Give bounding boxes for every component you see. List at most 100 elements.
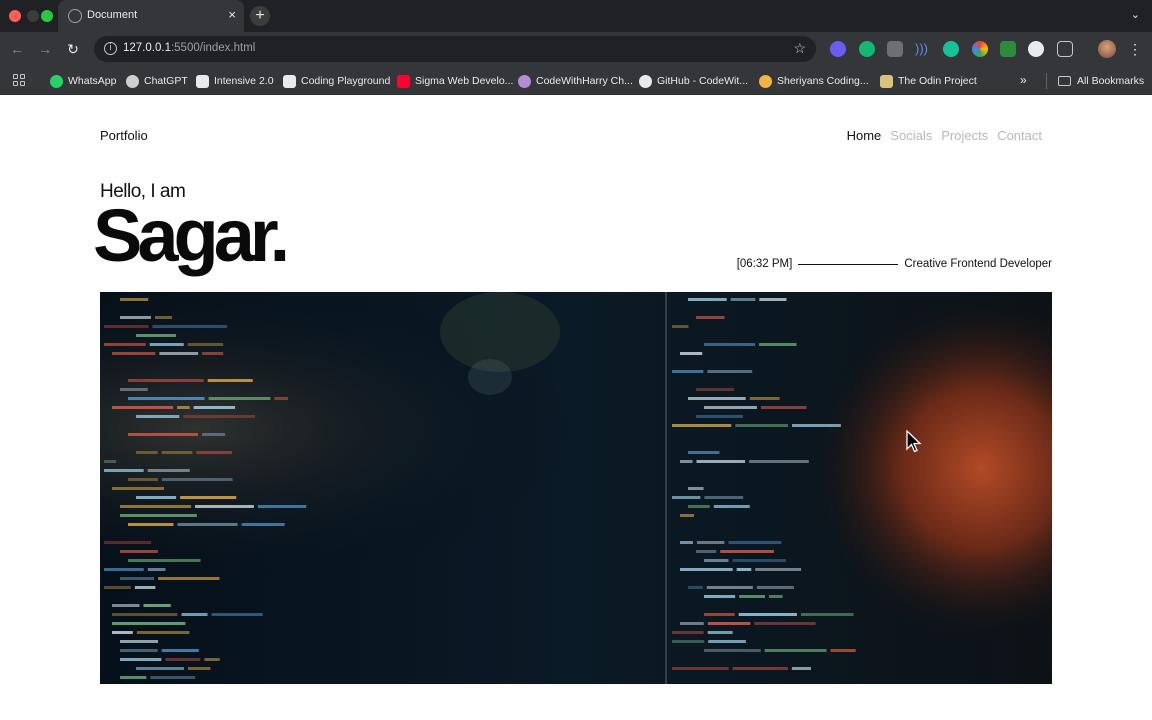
site-info-icon[interactable]: i: [104, 42, 117, 55]
bookmark-sheriyans[interactable]: Sheriyans Coding...: [759, 73, 869, 89]
code-line: [707, 622, 751, 625]
bookmark-codewithharry[interactable]: CodeWithHarry Ch...: [518, 73, 633, 89]
browser-menu-icon[interactable]: ⋮: [1128, 40, 1142, 58]
maximize-window-button[interactable]: [41, 10, 53, 22]
bookmarks-bar: WhatsApp ChatGPT Intensive 2.0 Coding Pl…: [0, 66, 1152, 95]
bookmarks-divider: [1046, 73, 1047, 89]
code-extension-icon[interactable]: [887, 41, 903, 57]
color-picker-icon[interactable]: [972, 41, 988, 57]
code-line: [688, 397, 746, 400]
code-line: [738, 613, 798, 616]
code-line: [707, 370, 753, 373]
back-arrow-icon[interactable]: ←: [8, 40, 26, 58]
code-line: [830, 649, 856, 652]
browser-tab-bar: Document × + ⌄: [0, 0, 1152, 32]
code-line: [672, 325, 689, 328]
code-line: [704, 595, 736, 598]
code-line: [202, 352, 224, 355]
code-line: [760, 406, 807, 409]
code-line: [704, 613, 735, 616]
code-line: [735, 424, 789, 427]
code-line: [672, 667, 729, 670]
tab-search-chevron-icon[interactable]: ⌄: [1131, 8, 1140, 21]
all-bookmarks-button[interactable]: All Bookmarks: [1058, 73, 1144, 89]
profile-avatar[interactable]: [1098, 40, 1116, 58]
bookmark-github[interactable]: GitHub - CodeWit...: [639, 73, 748, 89]
code-line: [165, 658, 201, 661]
code-line: [181, 613, 208, 616]
code-line: [696, 460, 746, 463]
code-line: [120, 649, 158, 652]
extension-icon[interactable]: [830, 41, 846, 57]
code-line: [112, 631, 133, 634]
nav-home[interactable]: Home: [847, 128, 882, 143]
grammarly-icon[interactable]: [943, 41, 959, 57]
code-line: [104, 469, 144, 472]
minimize-window-button[interactable]: [27, 10, 39, 22]
bookmark-chatgpt[interactable]: ChatGPT: [126, 73, 188, 89]
code-line: [128, 523, 174, 526]
bookmark-coding-playground[interactable]: Coding Playground: [283, 73, 390, 89]
code-line: [207, 379, 253, 382]
code-line: [161, 649, 199, 652]
code-line: [161, 478, 233, 481]
code-line: [128, 397, 205, 400]
code-line: [688, 298, 727, 301]
code-line: [696, 415, 744, 418]
bookmark-intensive[interactable]: Intensive 2.0: [196, 73, 274, 89]
bookmark-star-icon[interactable]: ☆: [793, 40, 806, 57]
flag-extension-icon[interactable]: [1000, 41, 1016, 57]
code-line: [672, 631, 704, 634]
code-line: [688, 505, 710, 508]
code-line: [680, 352, 703, 355]
code-line: [241, 523, 285, 526]
screen-capture-icon[interactable]: [1028, 41, 1044, 57]
code-line: [147, 568, 166, 571]
code-line: [704, 496, 744, 499]
folder-icon: [1058, 76, 1071, 86]
code-line: [688, 586, 703, 589]
code-line: [211, 613, 263, 616]
url-text[interactable]: 127.0.0.1:5500/index.html: [123, 42, 255, 54]
code-line: [180, 496, 237, 499]
nav-socials[interactable]: Socials: [890, 128, 932, 143]
browser-toolbar: ← → ↻ i 127.0.0.1:5500/index.html ☆ ))) …: [0, 32, 1152, 66]
audio-extension-icon[interactable]: ))): [915, 41, 931, 57]
grammar-extension-icon[interactable]: [859, 41, 875, 57]
code-line: [704, 343, 756, 346]
site-nav: Home Socials Projects Contact: [847, 128, 1042, 143]
browser-tab[interactable]: Document ×: [58, 0, 244, 32]
code-line: [136, 667, 185, 670]
code-line: [136, 334, 176, 337]
bookmark-whatsapp[interactable]: WhatsApp: [50, 73, 116, 89]
bookmark-odin-project[interactable]: The Odin Project: [880, 73, 977, 89]
code-line: [188, 667, 211, 670]
code-line: [769, 595, 783, 598]
code-line: [749, 397, 780, 400]
code-line: [112, 622, 186, 625]
bookmark-sigma-web[interactable]: Sigma Web Develo...: [397, 73, 513, 89]
code-line: [707, 631, 733, 634]
hero-image: [100, 292, 1052, 684]
new-tab-button[interactable]: +: [250, 6, 270, 26]
close-window-button[interactable]: [9, 10, 21, 22]
more-bookmarks-icon[interactable]: »: [1020, 73, 1027, 87]
nav-projects[interactable]: Projects: [941, 128, 988, 143]
code-line: [759, 343, 797, 346]
hero-name: Sagar.: [93, 194, 290, 277]
puzzle-extensions-icon[interactable]: [1057, 41, 1073, 57]
forward-arrow-icon[interactable]: →: [36, 40, 54, 58]
tab-title: Document: [87, 9, 138, 21]
apps-grid-icon[interactable]: [13, 74, 26, 87]
tab-close-icon[interactable]: ×: [228, 7, 236, 23]
reload-icon[interactable]: ↻: [64, 40, 82, 58]
code-line: [104, 586, 131, 589]
site-brand[interactable]: Portfolio: [100, 128, 148, 143]
youtube-icon: [397, 74, 410, 88]
address-bar[interactable]: i 127.0.0.1:5500/index.html ☆: [94, 36, 816, 62]
code-line: [728, 541, 782, 544]
hero-tagline: [06:32 PM] Creative Frontend Developer: [737, 258, 1052, 270]
code-line: [696, 316, 725, 319]
code-line: [112, 604, 140, 607]
nav-contact[interactable]: Contact: [997, 128, 1042, 143]
